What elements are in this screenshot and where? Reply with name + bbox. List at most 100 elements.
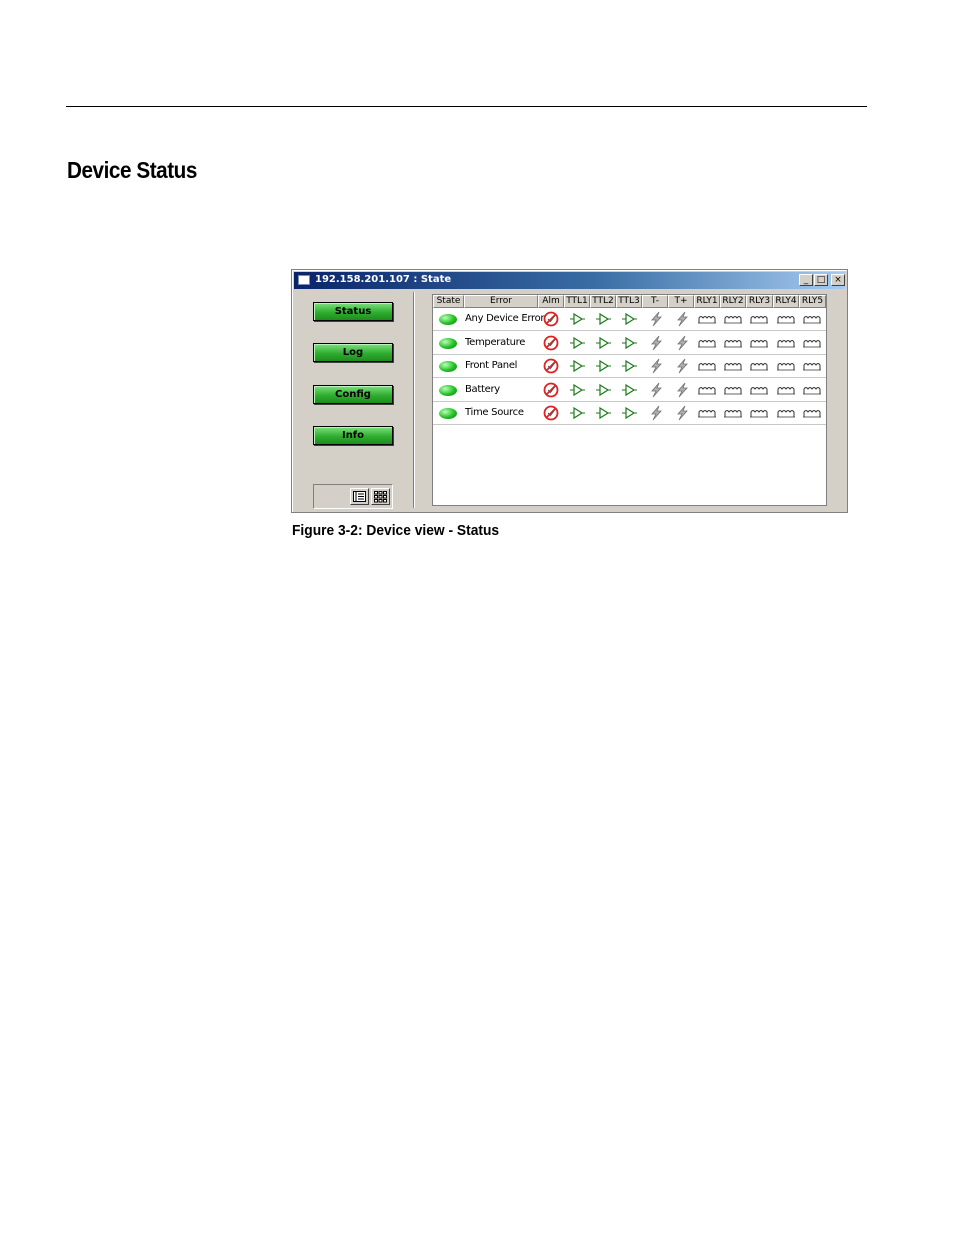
- relay-coil-icon: [724, 363, 742, 371]
- list-view-icon: [353, 491, 366, 502]
- relay-coil-icon: [724, 410, 742, 418]
- device-state-window: 192.158.201.107 : State _ □ × Status Log…: [291, 269, 848, 513]
- relay-coil-icon: [777, 386, 795, 395]
- minimize-button[interactable]: _: [799, 274, 813, 286]
- timecode-bolt-icon: [677, 358, 688, 374]
- no-alarm-icon: [543, 335, 559, 350]
- top-rule: [66, 106, 867, 107]
- table-row[interactable]: Time Source: [433, 402, 826, 426]
- grid-view-button[interactable]: [371, 488, 390, 505]
- relay-coil-icon: [698, 339, 716, 347]
- ttl-output-icon: [596, 336, 611, 349]
- relay-coil-icon: [750, 339, 768, 347]
- error-label: Battery: [465, 383, 500, 395]
- table-row[interactable]: Temperature: [433, 332, 826, 355]
- green-led-icon: [439, 384, 457, 396]
- col-header-ttl1[interactable]: TTL1: [564, 295, 590, 308]
- ttl-output-icon: [570, 360, 585, 373]
- relay-coil-icon: [750, 363, 768, 371]
- relay-coil-icon: [803, 339, 821, 347]
- error-label: Any Device Error: [465, 313, 545, 324]
- timecode-bolt-icon: [677, 311, 688, 327]
- col-header-ttl3[interactable]: TTL3: [616, 295, 642, 308]
- ttl-output-icon: [622, 383, 637, 396]
- relay-coil-icon: [750, 316, 768, 324]
- error-label: Temperature: [465, 336, 526, 348]
- relay-coil-icon: [803, 386, 821, 395]
- grid-header: State Error Alm TTL1 TTL2 TTL3 T- T+ RLY…: [433, 295, 826, 308]
- relay-coil-icon: [724, 316, 742, 324]
- ttl-output-icon: [570, 336, 585, 349]
- ttl-output-icon: [622, 360, 637, 373]
- timecode-bolt-icon: [677, 406, 688, 421]
- window-titlebar[interactable]: 192.158.201.107 : State _ □ ×: [294, 272, 845, 289]
- ttl-output-icon: [596, 312, 611, 326]
- timecode-bolt-icon: [677, 335, 688, 350]
- green-led-icon: [439, 314, 457, 325]
- col-header-rly5[interactable]: RLY5: [799, 295, 826, 308]
- info-button[interactable]: Info: [313, 426, 393, 445]
- no-alarm-icon: [543, 311, 559, 327]
- relay-coil-icon: [803, 363, 821, 371]
- config-button[interactable]: Config: [313, 385, 393, 404]
- relay-coil-icon: [777, 363, 795, 371]
- col-header-rly3[interactable]: RLY3: [746, 295, 773, 308]
- table-row[interactable]: Any Device Error: [433, 308, 826, 331]
- green-led-icon: [439, 337, 457, 349]
- relay-coil-icon: [803, 316, 821, 324]
- relay-coil-icon: [698, 316, 716, 324]
- col-header-t-minus[interactable]: T-: [642, 295, 668, 308]
- no-alarm-icon: [543, 382, 559, 398]
- figure-caption: Figure 3-2: Device view - Status: [292, 522, 500, 539]
- col-header-alm[interactable]: Alm: [538, 295, 564, 308]
- timecode-bolt-icon: [651, 406, 662, 421]
- relay-coil-icon: [698, 363, 716, 371]
- ttl-output-icon: [570, 407, 585, 420]
- relay-coil-icon: [777, 410, 795, 418]
- error-label: Front Panel: [465, 360, 518, 372]
- col-header-state[interactable]: State: [433, 295, 464, 308]
- close-button[interactable]: ×: [831, 274, 845, 286]
- ttl-output-icon: [570, 312, 585, 326]
- timecode-bolt-icon: [651, 311, 662, 327]
- timecode-bolt-icon: [651, 382, 662, 398]
- relay-coil-icon: [777, 339, 795, 347]
- relay-coil-icon: [750, 386, 768, 395]
- col-header-error[interactable]: Error: [464, 295, 538, 308]
- timecode-bolt-icon: [651, 358, 662, 374]
- col-header-ttl2[interactable]: TTL2: [590, 295, 616, 308]
- ttl-output-icon: [622, 336, 637, 349]
- maximize-button[interactable]: □: [814, 274, 828, 286]
- window-app-icon: [298, 275, 310, 285]
- relay-coil-icon: [698, 386, 716, 395]
- ttl-output-icon: [596, 383, 611, 396]
- ttl-output-icon: [622, 312, 637, 326]
- no-alarm-icon: [543, 358, 559, 374]
- list-view-button[interactable]: [350, 488, 369, 505]
- col-header-rly2[interactable]: RLY2: [720, 295, 746, 308]
- no-alarm-icon: [543, 405, 559, 421]
- ttl-output-icon: [596, 407, 611, 420]
- col-header-t-plus[interactable]: T+: [668, 295, 694, 308]
- error-label: Time Source: [465, 407, 524, 419]
- green-led-icon: [439, 361, 457, 373]
- status-button[interactable]: Status: [313, 302, 393, 321]
- relay-coil-icon: [777, 316, 795, 324]
- timecode-bolt-icon: [677, 382, 688, 398]
- log-button[interactable]: Log: [313, 343, 393, 362]
- col-header-rly1[interactable]: RLY1: [694, 295, 720, 308]
- grid-view-icon: [374, 491, 387, 503]
- relay-coil-icon: [724, 386, 742, 395]
- col-header-rly4[interactable]: RLY4: [773, 295, 799, 308]
- green-led-icon: [439, 408, 457, 420]
- window-title: 192.158.201.107 : State: [315, 274, 452, 285]
- timecode-bolt-icon: [651, 335, 662, 350]
- sidebar-divider: [413, 292, 414, 508]
- relay-coil-icon: [803, 410, 821, 418]
- relay-coil-icon: [724, 339, 742, 347]
- relay-coil-icon: [698, 410, 716, 418]
- table-row[interactable]: Front Panel: [433, 355, 826, 379]
- ttl-output-icon: [622, 407, 637, 420]
- table-row[interactable]: Battery: [433, 379, 826, 402]
- view-toggle: [313, 484, 393, 509]
